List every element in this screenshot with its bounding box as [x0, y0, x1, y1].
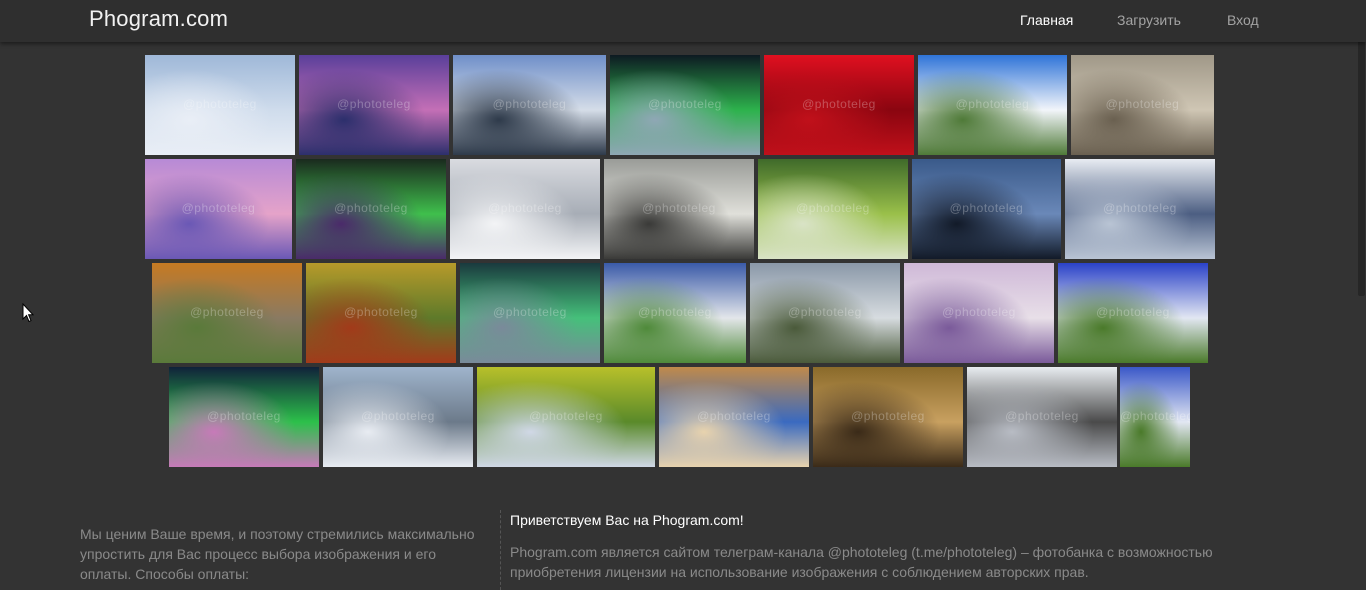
welcome-description: Phogram.com является сайтом телеграм-кан…: [510, 544, 1213, 580]
gallery-thumb[interactable]: @phototeleg: [659, 367, 809, 467]
watermark-text: @phototeleg: [955, 97, 1030, 111]
watermark-text: @phototeleg: [529, 409, 603, 423]
image-gallery: @phototeleg @phototeleg @phototeleg @pho…: [0, 0, 1366, 470]
watermark-text: @phototeleg: [1105, 97, 1180, 111]
watermark-text: @phototeleg: [183, 97, 257, 111]
watermark-text: @phototeleg: [942, 305, 1016, 319]
watermark-text: @phototeleg: [488, 201, 562, 215]
watermark-text: @phototeleg: [796, 201, 870, 215]
nav-item-home[interactable]: Главная: [1020, 12, 1073, 28]
gallery-thumb[interactable]: @phototeleg: [299, 55, 449, 155]
top-navbar: Phogram.com Главная Загрузить Вход: [0, 0, 1366, 42]
watermark-text: @phototeleg: [1103, 201, 1177, 215]
gallery-thumb[interactable]: @phototeleg: [918, 55, 1067, 155]
payment-info-text: Мы ценим Ваше время, и поэтому стремилис…: [80, 526, 475, 582]
scrollbar-thumb[interactable]: [1358, 34, 1365, 296]
watermark-text: @phototeleg: [788, 305, 862, 319]
gallery-thumb[interactable]: @phototeleg: [1120, 367, 1190, 467]
nav-item-upload[interactable]: Загрузить: [1117, 12, 1181, 28]
gallery-thumb[interactable]: @phototeleg: [145, 55, 295, 155]
gallery-thumb[interactable]: @phototeleg: [750, 263, 900, 363]
welcome-title: Приветствуем Вас на Phogram.com!: [510, 512, 744, 528]
gallery-thumb[interactable]: @phototeleg: [152, 263, 302, 363]
gallery-thumb[interactable]: @phototeleg: [1058, 263, 1208, 363]
watermark-text: @phototeleg: [493, 305, 567, 319]
watermark-text: @phototeleg: [949, 201, 1024, 215]
gallery-thumb[interactable]: @phototeleg: [1071, 55, 1214, 155]
watermark-text: @phototeleg: [190, 305, 264, 319]
watermark-text: @phototeleg: [361, 409, 435, 423]
watermark-text: @phototeleg: [642, 201, 716, 215]
main-nav: Главная Загрузить Вход: [0, 12, 1366, 32]
gallery-thumb[interactable]: @phototeleg: [296, 159, 446, 259]
gallery-thumb[interactable]: @phototeleg: [758, 159, 908, 259]
gallery-thumb[interactable]: @phototeleg: [323, 367, 473, 467]
watermark-text: @phototeleg: [207, 409, 281, 423]
gallery-thumb[interactable]: @phototeleg: [604, 159, 754, 259]
gallery-thumb[interactable]: @phototeleg: [453, 55, 606, 155]
gallery-thumb[interactable]: @phototeleg: [904, 263, 1054, 363]
watermark-text: @phototeleg: [344, 305, 418, 319]
nav-item-login[interactable]: Вход: [1227, 12, 1259, 28]
gallery-thumb[interactable]: @phototeleg: [460, 263, 600, 363]
gallery-thumb[interactable]: @phototeleg: [912, 159, 1061, 259]
gallery-thumb[interactable]: @phototeleg: [813, 367, 963, 467]
watermark-text: @phototeleg: [1120, 409, 1190, 423]
watermark-text: @phototeleg: [181, 201, 256, 215]
page-scrollbar[interactable]: [1357, 0, 1366, 584]
mouse-pointer-icon: [22, 303, 34, 323]
watermark-text: @phototeleg: [1005, 409, 1079, 423]
watermark-text: @phototeleg: [1096, 305, 1170, 319]
watermark-text: @phototeleg: [697, 409, 771, 423]
gallery-thumb[interactable]: @phototeleg: [764, 55, 914, 155]
gallery-thumb[interactable]: @phototeleg: [306, 263, 456, 363]
gallery-thumb[interactable]: @phototeleg: [967, 367, 1117, 467]
gallery-thumb[interactable]: @phototeleg: [450, 159, 600, 259]
gallery-thumb[interactable]: @phototeleg: [604, 263, 746, 363]
watermark-text: @phototeleg: [638, 305, 712, 319]
gallery-thumb[interactable]: @phototeleg: [610, 55, 760, 155]
gallery-thumb[interactable]: @phototeleg: [1065, 159, 1215, 259]
gallery-thumb[interactable]: @phototeleg: [169, 367, 319, 467]
watermark-text: @phototeleg: [337, 97, 411, 111]
watermark-text: @phototeleg: [334, 201, 408, 215]
welcome-section: Приветствуем Вас на Phogram.com! Phogram…: [510, 510, 1270, 582]
watermark-text: @phototeleg: [492, 97, 567, 111]
gallery-thumb[interactable]: @phototeleg: [477, 367, 655, 467]
watermark-text: @phototeleg: [851, 409, 925, 423]
footer-divider: [500, 510, 501, 590]
watermark-text: @phototeleg: [648, 97, 722, 111]
gallery-thumb[interactable]: @phototeleg: [145, 159, 292, 259]
watermark-text: @phototeleg: [802, 97, 876, 111]
